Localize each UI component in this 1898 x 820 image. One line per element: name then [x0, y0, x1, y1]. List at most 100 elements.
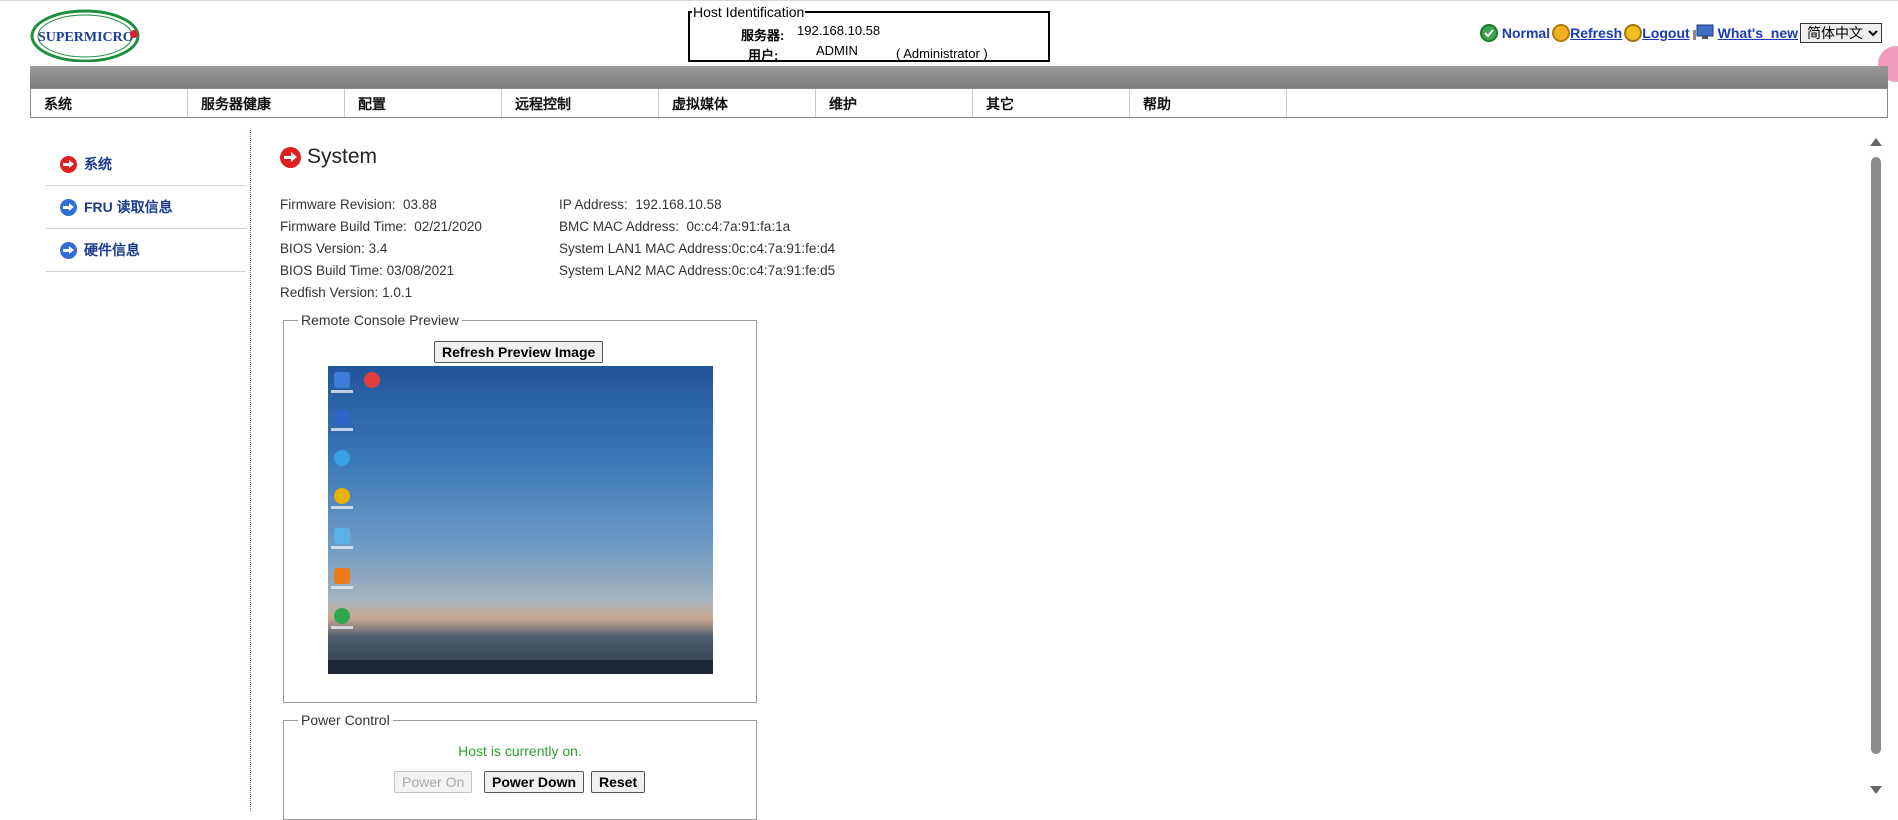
desktop-icon-caption	[331, 546, 353, 549]
menu-remote-control[interactable]: 远程控制	[502, 89, 659, 117]
info-value: 03.88	[403, 197, 437, 212]
info-label: Firmware Build Time:	[280, 219, 407, 234]
remote-console-legend: Remote Console Preview	[298, 312, 462, 328]
sidebar-item-system[interactable]: 系统	[46, 143, 246, 186]
info-label: BMC MAC Address:	[559, 219, 680, 234]
info-label: BIOS Version:	[280, 241, 365, 256]
sidebar: 系统 FRU 读取信息 硬件信息	[46, 143, 246, 272]
desktop-icon	[334, 528, 350, 544]
language-select[interactable]: 简体中文	[1800, 23, 1882, 43]
info-label: Firmware Revision:	[280, 197, 396, 212]
scroll-down-arrow-icon[interactable]	[1870, 786, 1882, 794]
main-menu: 系统 服务器健康 配置 远程控制 虚拟媒体 维护 其它 帮助	[30, 88, 1888, 118]
refresh-link[interactable]: Refresh	[1570, 25, 1622, 41]
info-row-bmc-mac: BMC MAC Address: 0c:c4:7a:91:fa:1a	[559, 216, 835, 238]
desktop-icon	[334, 488, 350, 504]
power-control-fieldset: Power Control Host is currently on. Powe…	[283, 712, 757, 820]
desktop-icon	[334, 372, 350, 388]
power-on-button: Power On	[394, 771, 473, 793]
reset-button[interactable]: Reset	[591, 771, 646, 793]
info-value: 3.4	[368, 241, 388, 256]
page-title-text: System	[307, 145, 378, 168]
user-role: ( Administrator )	[896, 46, 988, 61]
monitor-icon[interactable]	[1692, 24, 1716, 42]
checkmark-icon	[1479, 24, 1498, 42]
top-links: Normal Refresh Logout What's_new 简体中文	[1479, 22, 1882, 44]
arrow-right-blue-icon	[60, 241, 77, 259]
status-normal: Normal	[1501, 25, 1551, 41]
info-label: IP Address:	[559, 197, 628, 212]
info-label: Redfish Version:	[280, 285, 379, 300]
server-label: 服务器:	[741, 28, 785, 43]
svg-text:SUPERMICRO: SUPERMICRO	[38, 30, 134, 45]
sidebar-item-hardware-info[interactable]: 硬件信息	[46, 229, 246, 272]
refresh-preview-button[interactable]: Refresh Preview Image	[434, 341, 604, 363]
sidebar-item-fru[interactable]: FRU 读取信息	[46, 186, 246, 229]
info-row-firmware-build-time: Firmware Build Time: 02/21/2020	[280, 216, 482, 238]
header-gray-bar	[30, 66, 1888, 88]
firmware-info: Firmware Revision: 03.88 Firmware Build …	[280, 194, 482, 304]
host-power-status: Host is currently on.	[458, 743, 582, 759]
menu-server-health[interactable]: 服务器健康	[188, 89, 345, 117]
scrollbar-thumb[interactable]	[1871, 157, 1881, 754]
menu-help[interactable]: 帮助	[1130, 89, 1287, 117]
menu-miscellaneous[interactable]: 其它	[973, 89, 1130, 117]
network-info: IP Address: 192.168.10.58 BMC MAC Addres…	[559, 194, 835, 282]
scroll-up-arrow-icon[interactable]	[1870, 138, 1882, 146]
info-row-bios-build-time: BIOS Build Time: 03/08/2021	[280, 260, 482, 282]
power-control-legend: Power Control	[298, 712, 393, 728]
info-row-bios-version: BIOS Version: 3.4	[280, 238, 482, 260]
info-label: System LAN2 MAC Address:	[559, 263, 732, 278]
info-value: 1.0.1	[382, 285, 413, 300]
info-value: 0c:c4:7a:91:fa:1a	[686, 219, 791, 234]
info-row-redfish-version: Redfish Version: 1.0.1	[280, 282, 482, 304]
info-label: BIOS Build Time:	[280, 263, 383, 278]
host-identification-legend: Host Identification	[692, 4, 806, 20]
whats-new-link[interactable]: What's_new	[1718, 25, 1798, 41]
info-row-firmware-revision: Firmware Revision: 03.88	[280, 194, 482, 216]
server-value: 192.168.10.58	[797, 23, 881, 38]
desktop-icon	[334, 450, 350, 466]
info-value: 192.168.10.58	[635, 197, 722, 212]
sidebar-item-label: 系统	[84, 156, 112, 172]
menu-virtual-media[interactable]: 虚拟媒体	[659, 89, 816, 117]
info-value: 0c:c4:7a:91:fe:d5	[731, 263, 836, 278]
desktop-icon	[364, 372, 380, 388]
arrow-right-blue-icon	[60, 198, 77, 216]
menu-system[interactable]: 系统	[31, 89, 188, 117]
top-border	[0, 0, 1898, 4]
info-row-ip-address: IP Address: 192.168.10.58	[559, 194, 835, 216]
host-identification-box: Host Identification 服务器: 192.168.10.58 用…	[688, 4, 1050, 63]
user-label: 用户:	[748, 48, 779, 63]
menu-maintenance[interactable]: 维护	[816, 89, 973, 117]
sidebar-divider	[250, 130, 251, 811]
info-value: 02/21/2020	[414, 219, 482, 234]
desktop-icon	[334, 568, 350, 584]
sidebar-item-label: 硬件信息	[84, 242, 140, 258]
menu-configuration[interactable]: 配置	[345, 89, 502, 117]
desktop-icon-caption	[331, 506, 353, 509]
desktop-icon-caption	[331, 586, 353, 589]
desktop-icon-caption	[331, 626, 353, 629]
info-row-lan1-mac: System LAN1 MAC Address:0c:c4:7a:91:fe:d…	[559, 238, 835, 260]
desktop-icon	[334, 410, 350, 426]
info-value: 0c:c4:7a:91:fe:d4	[731, 241, 836, 256]
logout-icon[interactable]	[1624, 24, 1643, 42]
arrow-right-red-icon	[60, 155, 77, 173]
supermicro-logo: SUPERMICRO	[30, 8, 140, 63]
info-value: 03/08/2021	[386, 263, 455, 278]
refresh-icon[interactable]	[1552, 24, 1571, 42]
desktop-icon-caption	[331, 428, 353, 431]
page-title: System	[280, 145, 377, 169]
desktop-icon	[334, 608, 350, 624]
console-preview-image[interactable]	[328, 366, 713, 674]
desktop-icon-caption	[331, 390, 353, 393]
power-down-button[interactable]: Power Down	[484, 771, 585, 793]
sidebar-item-label: FRU 读取信息	[84, 199, 173, 215]
logout-link[interactable]: Logout	[1642, 25, 1689, 41]
info-label: System LAN1 MAC Address:	[559, 241, 732, 256]
remote-taskbar	[328, 660, 713, 674]
info-row-lan2-mac: System LAN2 MAC Address:0c:c4:7a:91:fe:d…	[559, 260, 835, 282]
arrow-right-red-icon	[280, 146, 301, 168]
user-value: ADMIN	[816, 43, 858, 58]
